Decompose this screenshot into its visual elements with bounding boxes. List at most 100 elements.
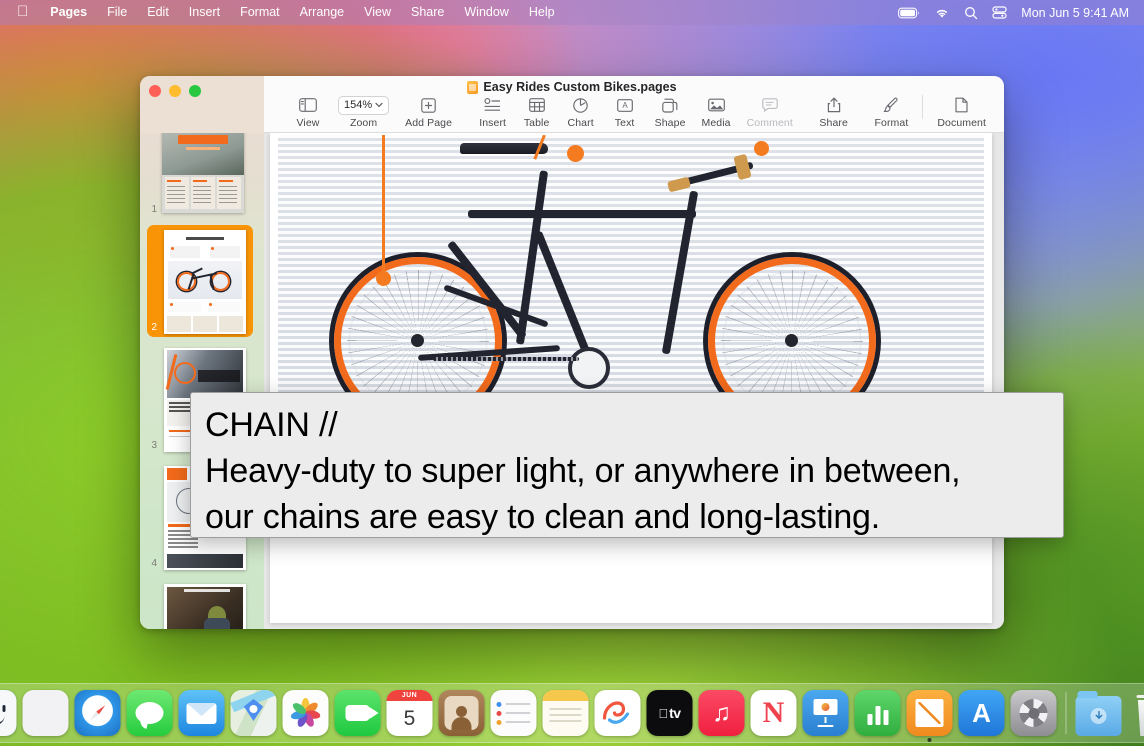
dock-item-calendar[interactable]: JUN 5 bbox=[387, 690, 433, 736]
menu-item-arrange[interactable]: Arrange bbox=[290, 0, 354, 25]
comment-bubble-icon bbox=[762, 95, 778, 115]
callout-dot-saddle[interactable] bbox=[567, 145, 584, 162]
table-label: Table bbox=[524, 117, 550, 129]
dock-item-finder[interactable] bbox=[0, 690, 17, 736]
dock-item-launchpad[interactable] bbox=[23, 690, 69, 736]
menu-bar-clock[interactable]: Mon Jun 5 9:41 AM bbox=[1021, 6, 1129, 20]
dock-item-settings[interactable] bbox=[1011, 690, 1057, 736]
shape-button[interactable]: Shape bbox=[647, 93, 694, 129]
dock-item-safari[interactable] bbox=[75, 690, 121, 736]
insert-icon bbox=[484, 95, 501, 115]
dock-item-messages[interactable] bbox=[127, 690, 173, 736]
view-button[interactable]: View bbox=[286, 93, 330, 129]
callout-dot-handlebar[interactable] bbox=[754, 141, 769, 156]
document-button[interactable]: Document bbox=[929, 93, 994, 129]
front-hub bbox=[785, 334, 798, 347]
pages-toolbar: View 154% Zoom Add Page bbox=[264, 93, 1004, 133]
table-button[interactable]: Table bbox=[515, 93, 559, 129]
document-title: Easy Rides Custom Bikes.pages bbox=[140, 80, 1004, 94]
down-tube bbox=[534, 231, 594, 364]
text-box-icon: A bbox=[617, 95, 633, 115]
text-button[interactable]: A Text bbox=[603, 93, 647, 129]
insert-label: Insert bbox=[479, 117, 506, 129]
dock-item-mail[interactable] bbox=[179, 690, 225, 736]
menu-item-format[interactable]: Format bbox=[230, 0, 290, 25]
control-center-icon[interactable] bbox=[992, 6, 1007, 19]
chain bbox=[433, 357, 579, 361]
right-grip bbox=[733, 154, 751, 180]
dock-item-downloads[interactable] bbox=[1076, 690, 1122, 736]
thumbnail-number: 1 bbox=[140, 204, 162, 223]
trash-can-icon bbox=[1136, 700, 1144, 736]
chart-button[interactable]: Chart bbox=[559, 93, 603, 129]
insert-button[interactable]: Insert bbox=[471, 93, 515, 129]
thumbnail-page-5[interactable]: 5 bbox=[140, 577, 264, 629]
comment-button[interactable]: Comment bbox=[739, 93, 801, 129]
dock-item-reminders[interactable] bbox=[491, 690, 537, 736]
page-thumbnail-sidebar[interactable]: 1 bbox=[140, 133, 264, 629]
running-indicator bbox=[928, 738, 932, 742]
chart-pie-icon bbox=[573, 95, 588, 115]
menu-item-window[interactable]: Window bbox=[454, 0, 518, 25]
document-canvas[interactable]: CHAIN // Heavy-duty to super light, or a… bbox=[264, 133, 1004, 629]
thumbnail-preview bbox=[164, 230, 246, 334]
dock-item-music[interactable]: ♫ bbox=[699, 690, 745, 736]
thumbnail-preview bbox=[162, 133, 244, 213]
comment-label: Comment bbox=[747, 117, 793, 129]
dock-item-notes[interactable] bbox=[543, 690, 589, 736]
window-titlebar: Easy Rides Custom Bikes.pages View 154% … bbox=[140, 76, 1004, 133]
format-button[interactable]: Format bbox=[867, 93, 917, 129]
document-page-icon bbox=[955, 95, 968, 115]
menu-item-help[interactable]: Help bbox=[519, 0, 565, 25]
menu-item-share[interactable]: Share bbox=[401, 0, 454, 25]
dock-item-freeform[interactable] bbox=[595, 690, 641, 736]
menu-item-insert[interactable]: Insert bbox=[179, 0, 230, 25]
share-button[interactable]: Share bbox=[811, 93, 856, 129]
callout-line-1: CHAIN // bbox=[205, 402, 1047, 448]
menu-item-view[interactable]: View bbox=[354, 0, 401, 25]
add-page-button[interactable]: Add Page bbox=[397, 93, 460, 129]
zoom-button[interactable] bbox=[189, 85, 201, 97]
wifi-icon[interactable] bbox=[934, 7, 950, 19]
menu-item-file[interactable]: File bbox=[97, 0, 137, 25]
callout-line-2: Heavy-duty to super light, or anywhere i… bbox=[205, 448, 1047, 494]
window-body: 1 bbox=[140, 133, 1004, 629]
menu-item-pages[interactable]: Pages bbox=[40, 0, 97, 25]
dock-item-maps[interactable] bbox=[231, 690, 277, 736]
dock-item-numbers[interactable] bbox=[855, 690, 901, 736]
dock-item-appstore[interactable]: A bbox=[959, 690, 1005, 736]
dock-item-contacts[interactable] bbox=[439, 690, 485, 736]
format-brush-icon bbox=[883, 95, 899, 115]
dock-item-facetime[interactable] bbox=[335, 690, 381, 736]
zoom-control[interactable]: 154% Zoom bbox=[330, 93, 397, 129]
search-icon[interactable] bbox=[964, 6, 978, 20]
menu-item-edit[interactable]: Edit bbox=[137, 0, 179, 25]
trash-lid-icon bbox=[1137, 695, 1144, 698]
menu-bar-status-area: Mon Jun 5 9:41 AM bbox=[898, 6, 1135, 20]
zoom-value-pill[interactable]: 154% bbox=[338, 95, 389, 115]
document-title-text: Easy Rides Custom Bikes.pages bbox=[483, 80, 676, 94]
media-button[interactable]: Media bbox=[694, 93, 739, 129]
battery-icon[interactable] bbox=[898, 7, 920, 19]
minimize-button[interactable] bbox=[169, 85, 181, 97]
sidebar-panel-icon bbox=[299, 95, 317, 115]
shape-icon bbox=[662, 95, 678, 115]
dock-item-news[interactable]: N bbox=[751, 690, 797, 736]
callout-line-chain bbox=[382, 135, 385, 277]
apple-logo-icon[interactable]:  bbox=[9, 4, 40, 21]
callout-dot-chain[interactable] bbox=[376, 271, 391, 286]
dock-item-photos[interactable] bbox=[283, 690, 329, 736]
thumbnail-page-1[interactable]: 1 bbox=[140, 135, 264, 223]
toolbar-divider bbox=[922, 95, 923, 119]
chainring bbox=[568, 347, 610, 389]
dock-item-trash[interactable] bbox=[1128, 690, 1144, 736]
dock-item-keynote[interactable] bbox=[803, 690, 849, 736]
top-tube bbox=[468, 210, 696, 218]
document-page: CHAIN // Heavy-duty to super light, or a… bbox=[270, 133, 992, 623]
thumbnail-page-2[interactable]: 2 bbox=[140, 223, 264, 341]
dock-item-pages[interactable] bbox=[907, 690, 953, 736]
media-image-icon bbox=[708, 95, 725, 115]
close-button[interactable] bbox=[149, 85, 161, 97]
dock-item-appletv[interactable]: tv bbox=[647, 690, 693, 736]
left-grip bbox=[667, 177, 691, 193]
